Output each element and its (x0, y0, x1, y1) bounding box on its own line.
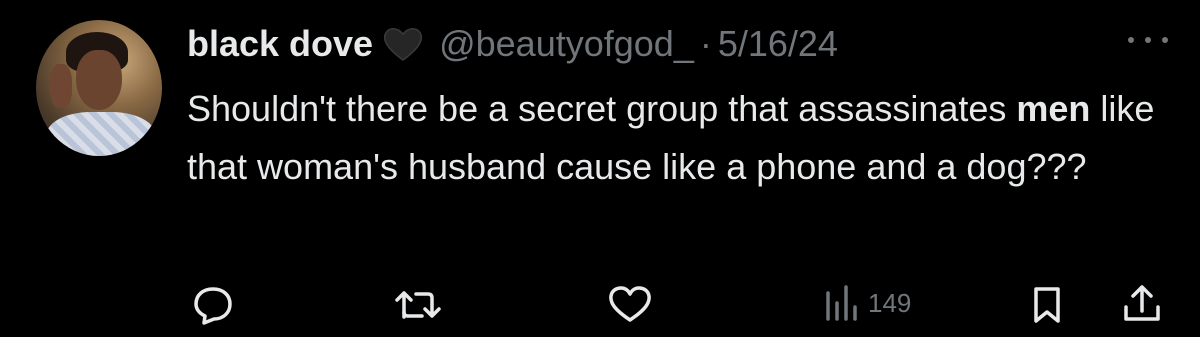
reply-button[interactable] (192, 285, 234, 325)
black-heart-icon (383, 26, 423, 62)
like-button[interactable] (607, 285, 653, 325)
user-handle[interactable]: @beautyofgod_ (439, 23, 694, 65)
heart-icon (609, 286, 651, 322)
display-name[interactable]: black dove (187, 23, 373, 65)
avatar-hand (50, 64, 72, 108)
bookmark-icon (1034, 287, 1060, 323)
avatar-shirt (46, 112, 156, 156)
bookmark-button[interactable] (1030, 285, 1064, 325)
share-button[interactable] (1122, 283, 1162, 325)
action-bar: 149 (0, 279, 1200, 329)
tweet-header: black dove @beautyofgod_ · 5/16/24 (187, 16, 838, 72)
comment-icon (194, 287, 232, 325)
views-count: 149 (868, 287, 912, 318)
retweet-button[interactable] (394, 285, 444, 325)
separator-dot: · (699, 23, 712, 64)
tweet-date[interactable]: 5/16/24 (718, 23, 838, 65)
retweet-icon (395, 291, 441, 319)
tweet-text: Shouldn't there be a secret group that a… (187, 80, 1177, 196)
share-icon (1124, 285, 1160, 321)
tweet-text-bold: men (1016, 88, 1091, 129)
avatar[interactable] (36, 20, 162, 156)
views-icon (826, 285, 857, 321)
avatar-face (76, 50, 122, 110)
tweet-text-part-1: Shouldn't there be a secret group that a… (187, 88, 1017, 129)
more-options-icon[interactable] (1128, 30, 1168, 50)
tweet[interactable]: black dove @beautyofgod_ · 5/16/24 Shoul… (0, 0, 1200, 337)
views-button[interactable]: 149 (824, 283, 911, 323)
